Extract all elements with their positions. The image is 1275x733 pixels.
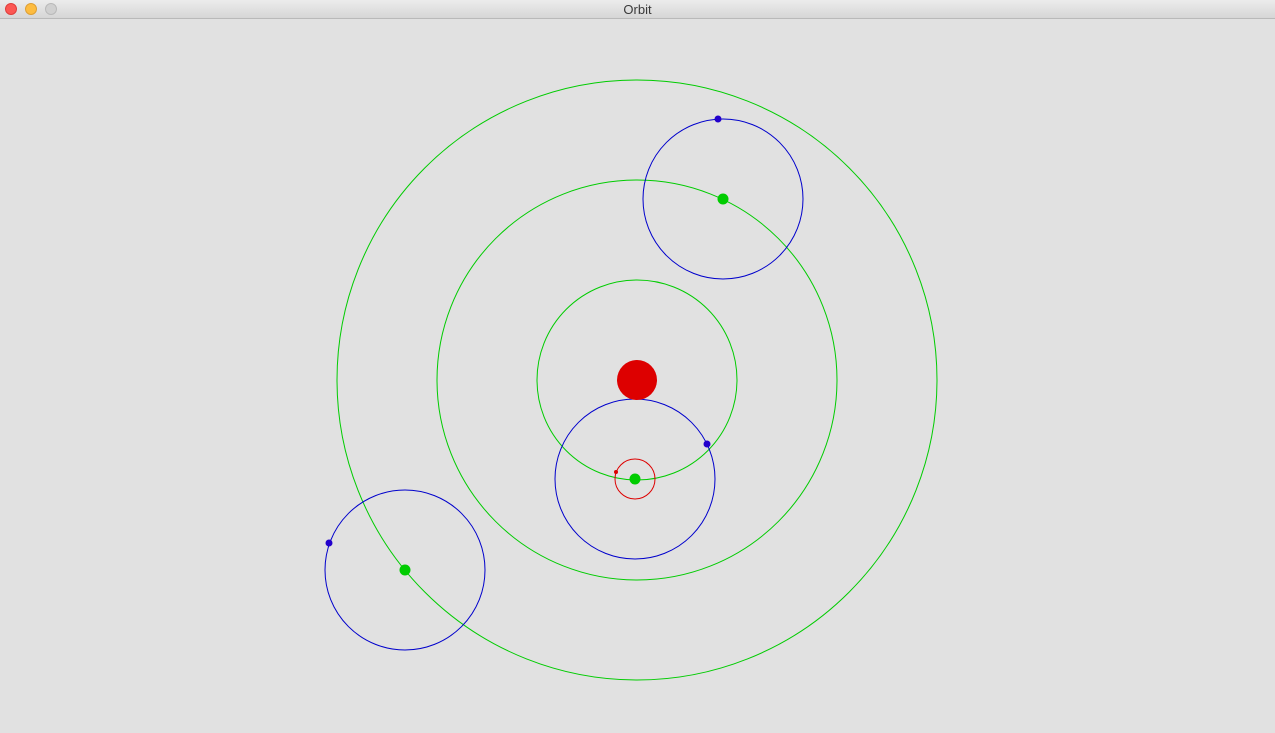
orbit-canvas (324, 79, 938, 681)
moon-inner (703, 440, 711, 448)
orbit-window: Orbit (0, 0, 1275, 733)
planet-inner (629, 473, 641, 485)
moon-middle (714, 115, 722, 123)
sun (617, 360, 657, 400)
satellite (614, 470, 618, 474)
moon-outer (325, 539, 333, 547)
title-bar[interactable]: Orbit (0, 0, 1275, 19)
window-title: Orbit (623, 2, 652, 17)
planet-outer (399, 564, 411, 576)
planet-middle (717, 193, 729, 205)
